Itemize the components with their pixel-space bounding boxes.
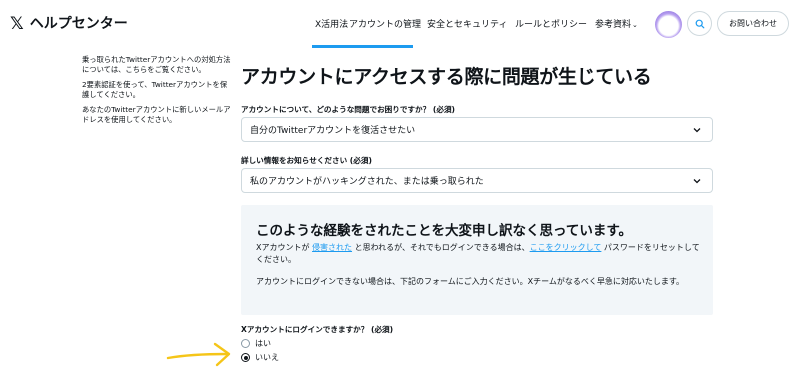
nav-item-account[interactable]: アカウントの管理 — [349, 19, 421, 31]
sidebar-link-new-email[interactable]: あなたのTwitterアカウントに新しいメールアドレスを使用してください。 — [82, 105, 234, 124]
nav-item-rules[interactable]: ルールとポリシー — [515, 19, 587, 31]
radio-button[interactable] — [241, 339, 250, 348]
apology-text: Xアカウントが — [256, 243, 313, 252]
problem-select-value: 自分のTwitterアカウントを復活させたい — [250, 126, 416, 136]
sidebar: 乗っ取られたTwitterアカウントへの対処方法については、こちらをご覧ください… — [82, 55, 234, 131]
search-button[interactable] — [687, 11, 712, 36]
page-title: アカウントにアクセスする際に問題が生じている — [241, 66, 652, 88]
nav-item-safety[interactable]: 安全とセキュリティ — [427, 19, 507, 31]
nav-item-x-usage[interactable]: X活用法 — [315, 19, 348, 31]
radio-label: いいえ — [255, 353, 279, 362]
site-header: 𝕏 ヘルプセンター X活用法 アカウントの管理 安全とセキュリティ ルールとポリ… — [0, 0, 800, 50]
details-select[interactable]: 私のアカウントがハッキングされた、または乗っ取られた — [241, 168, 713, 193]
nav-active-underline — [312, 45, 413, 48]
contact-button[interactable]: お問い合わせ — [717, 11, 789, 36]
problem-select[interactable]: 自分のTwitterアカウントを復活させたい — [241, 117, 713, 142]
search-icon — [695, 19, 704, 28]
radio-button-selected[interactable] — [241, 353, 250, 362]
site-name[interactable]: ヘルプセンター — [30, 13, 128, 35]
login-question-label: Xアカウントにログインできますか？ (必須) — [241, 325, 394, 334]
apology-title: このような経験をされたことを大変申し訳なく思っています。 — [256, 223, 632, 239]
apology-paragraph-1: Xアカウントが 侵害された と思われるが、それでもログインできる場合は、ここをク… — [256, 242, 706, 266]
apology-panel: このような経験をされたことを大変申し訳なく思っています。 Xアカウントが 侵害さ… — [241, 205, 713, 315]
x-logo-icon[interactable]: 𝕏 — [10, 13, 24, 35]
radio-option-no[interactable]: いいえ — [241, 352, 279, 363]
radio-option-yes[interactable]: はい — [241, 338, 271, 349]
apology-paragraph-2: アカウントにログインできない場合は、下記のフォームにご入力ください。Xチームがな… — [256, 277, 685, 286]
annotation-arrow-icon — [166, 342, 231, 367]
sidebar-link-2fa[interactable]: 2要素認証を使って、Twitterアカウントを保護してください。 — [82, 80, 234, 99]
problem-field-label: アカウントについて、どのような問題でお困りですか？ (必須) — [241, 105, 456, 114]
radio-label: はい — [255, 339, 271, 348]
chevron-down-icon — [693, 179, 701, 184]
brand[interactable]: 𝕏 ヘルプセンター — [10, 13, 128, 35]
nav-item-resources-label: 参考資料 — [595, 20, 632, 30]
apology-text: と思われるが、それでもログインできる場合は、 — [352, 243, 530, 252]
compromised-link[interactable]: 侵害された — [312, 243, 352, 252]
details-field-label: 詳しい情報をお知らせください (必須) — [241, 156, 372, 165]
nav-item-resources[interactable]: 参考資料⌄ — [595, 19, 638, 31]
chevron-down-icon — [693, 128, 701, 133]
reset-password-link[interactable]: ここをクリックして — [530, 243, 602, 252]
chevron-down-icon: ⌄ — [632, 21, 638, 29]
details-select-value: 私のアカウントがハッキングされた、または乗っ取られた — [250, 177, 484, 187]
avatar[interactable] — [655, 11, 682, 38]
sidebar-link-hacked[interactable]: 乗っ取られたTwitterアカウントへの対処方法については、こちらをご覧ください… — [82, 55, 234, 74]
